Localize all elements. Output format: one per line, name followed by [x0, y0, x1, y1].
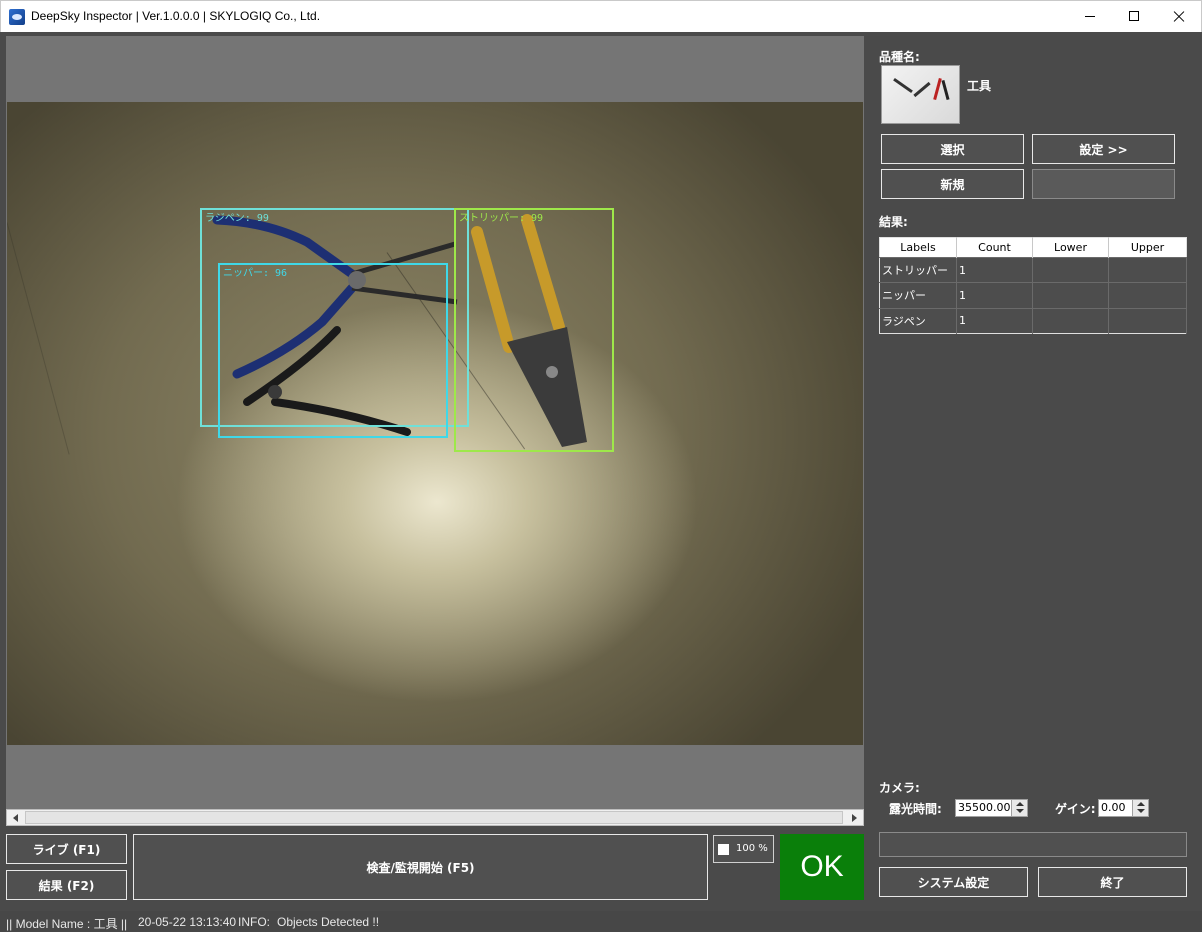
row-count: 1: [956, 282, 1033, 309]
results-label: 結果:: [879, 215, 908, 229]
horizontal-scrollbar[interactable]: [6, 809, 864, 826]
exposure-label: 露光時間:: [889, 802, 942, 816]
row-lower[interactable]: [1032, 282, 1109, 309]
status-model-name: || Model Name : 工具 ||: [6, 917, 128, 931]
close-button[interactable]: [1156, 1, 1202, 32]
column-header-count[interactable]: Count: [956, 237, 1033, 258]
exposure-value: 35500.00: [958, 801, 1011, 814]
row-label: ラジペン: [879, 307, 957, 334]
table-header-row: Labels Count Lower Upper: [879, 237, 1187, 258]
exposure-stepper[interactable]: 35500.00: [955, 799, 1028, 817]
zoom-control[interactable]: 100 %: [713, 835, 774, 863]
detection-label: ラジペン: 99: [205, 213, 269, 224]
scroll-thumb[interactable]: [25, 811, 843, 824]
detection-box-nippers: ニッパー: 96: [218, 263, 448, 438]
row-label: ストリッパー: [879, 256, 957, 283]
settings-button[interactable]: 設定 >>: [1032, 134, 1175, 164]
scroll-left-icon[interactable]: [8, 811, 23, 824]
row-upper[interactable]: [1108, 307, 1187, 334]
status-info-text: Objects Detected !!: [277, 915, 380, 929]
minimize-icon: [1085, 16, 1095, 17]
column-header-upper[interactable]: Upper: [1108, 237, 1187, 258]
camera-label: カメラ:: [879, 781, 920, 795]
live-button[interactable]: ライブ (F1): [6, 834, 127, 864]
product-name-value: 工具: [967, 79, 992, 93]
gain-label: ゲイン:: [1055, 802, 1096, 816]
message-field: [879, 832, 1187, 857]
status-bar: || Model Name : 工具 || 20-05-22 13:13:40 …: [0, 911, 1202, 932]
row-lower[interactable]: [1032, 256, 1109, 283]
column-header-lower[interactable]: Lower: [1032, 237, 1109, 258]
spinner-arrows-icon[interactable]: [1011, 800, 1027, 816]
camera-view-panel: ラジペン: 99 ニッパー: 96 ストリッパー: 99: [6, 36, 864, 809]
column-header-labels[interactable]: Labels: [879, 237, 957, 258]
zoom-value: 100 %: [736, 843, 768, 854]
product-thumbnail: [881, 65, 960, 124]
app-logo-icon: [9, 9, 25, 25]
exit-button[interactable]: 終了: [1038, 867, 1187, 897]
spinner-arrows-icon[interactable]: [1132, 800, 1148, 816]
zoom-checkbox[interactable]: [718, 844, 729, 855]
status-datetime: 20-05-22 13:13:40: [138, 915, 237, 929]
new-button[interactable]: 新規: [881, 169, 1024, 199]
row-count: 1: [956, 307, 1033, 334]
select-button[interactable]: 選択: [881, 134, 1024, 164]
scroll-right-icon[interactable]: [847, 811, 862, 824]
detection-label: ストリッパー: 99: [459, 213, 544, 224]
results-table[interactable]: Labels Count Lower Upper ストリッパー 1 ニッパー 1…: [879, 237, 1187, 334]
minimize-button[interactable]: [1067, 1, 1113, 32]
table-row[interactable]: ストリッパー 1: [879, 256, 1187, 283]
detection-label: ニッパー: 96: [223, 268, 288, 279]
gain-value: 0.00: [1101, 801, 1126, 814]
product-name-label: 品種名:: [879, 50, 920, 64]
row-count: 1: [956, 256, 1033, 283]
table-row[interactable]: ニッパー 1: [879, 282, 1187, 309]
row-label: ニッパー: [879, 282, 957, 309]
empty-button: [1032, 169, 1175, 199]
title-bar: DeepSky Inspector | Ver.1.0.0.0 | SKYLOG…: [0, 0, 1202, 32]
row-upper[interactable]: [1108, 282, 1187, 309]
detection-box-stripper: ストリッパー: 99: [454, 208, 614, 452]
inspect-start-button[interactable]: 検査/監視開始 (F5): [133, 834, 708, 900]
row-lower[interactable]: [1032, 307, 1109, 334]
status-info-label: INFO:: [238, 915, 270, 929]
result-button[interactable]: 結果 (F2): [6, 870, 127, 900]
row-upper[interactable]: [1108, 256, 1187, 283]
system-settings-button[interactable]: システム設定: [879, 867, 1028, 897]
verdict-indicator: OK: [780, 834, 864, 900]
window-title: DeepSky Inspector | Ver.1.0.0.0 | SKYLOG…: [31, 9, 321, 23]
gain-stepper[interactable]: 0.00: [1098, 799, 1149, 817]
camera-image: ラジペン: 99 ニッパー: 96 ストリッパー: 99: [7, 102, 863, 745]
maximize-button[interactable]: [1111, 1, 1157, 32]
table-row[interactable]: ラジペン 1: [879, 307, 1187, 334]
maximize-icon: [1129, 11, 1139, 21]
